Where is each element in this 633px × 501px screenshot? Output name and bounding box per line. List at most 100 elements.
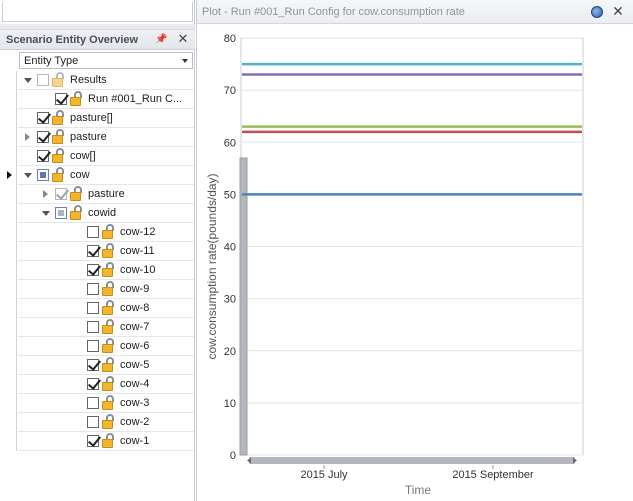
row-selector[interactable] [0, 375, 17, 394]
tree-row[interactable]: cowid [0, 204, 194, 223]
lock-icon [100, 243, 116, 259]
overview-title: Scenario Entity Overview [6, 34, 139, 46]
lock-icon [100, 414, 116, 430]
row-selector[interactable] [0, 166, 17, 185]
row-checkbox[interactable] [37, 112, 49, 124]
tree-row[interactable]: cow-5 [0, 356, 194, 375]
tree-row[interactable]: cow-7 [0, 318, 194, 337]
x-axis-label: Time [405, 483, 432, 497]
entity-type-label: Entity Type [24, 55, 79, 67]
row-selector[interactable] [0, 109, 17, 128]
tree-row[interactable]: cow-9 [0, 280, 194, 299]
current-row-indicator-icon [7, 171, 12, 179]
row-checkbox[interactable] [87, 226, 99, 238]
tree-row-label: cow-3 [120, 397, 150, 409]
row-selector[interactable] [0, 90, 17, 109]
lock-icon [100, 319, 116, 335]
tree-row[interactable]: cow-11 [0, 242, 194, 261]
row-checkbox[interactable] [87, 378, 99, 390]
lock-icon [50, 110, 66, 126]
expand-arrow-icon[interactable] [41, 190, 50, 199]
tree-row-label: pasture [88, 188, 125, 200]
row-selector[interactable] [0, 223, 17, 242]
lock-icon [50, 148, 66, 164]
lock-icon [100, 262, 116, 278]
row-selector[interactable] [0, 318, 17, 337]
row-selector[interactable] [0, 147, 17, 166]
row-checkbox[interactable] [55, 93, 67, 105]
tree-row-label: pasture[] [70, 112, 113, 124]
row-checkbox[interactable] [37, 169, 49, 181]
tree-row[interactable]: cow[] [0, 147, 194, 166]
lock-icon [100, 300, 116, 316]
collapse-arrow-icon[interactable] [23, 76, 32, 85]
row-selector[interactable] [0, 261, 17, 280]
row-selector[interactable] [0, 185, 17, 204]
collapse-arrow-icon[interactable] [23, 171, 32, 180]
row-checkbox[interactable] [87, 302, 99, 314]
tree-row-label: cow-12 [120, 226, 156, 238]
globe-icon[interactable] [591, 6, 603, 18]
close-pane-icon[interactable]: ✕ [176, 32, 190, 46]
row-checkbox[interactable] [37, 74, 49, 86]
row-checkbox[interactable] [87, 435, 99, 447]
y-tick-label: 40 [224, 242, 236, 254]
tree-row[interactable]: cow-4 [0, 375, 194, 394]
tree-row[interactable]: cow-10 [0, 261, 194, 280]
tree-row[interactable]: cow-3 [0, 394, 194, 413]
pin-icon[interactable]: 📌 [155, 33, 167, 47]
tree-row[interactable]: cow [0, 166, 194, 185]
lock-icon [100, 433, 116, 449]
row-selector[interactable] [0, 242, 17, 261]
row-checkbox[interactable] [87, 321, 99, 333]
tree-row[interactable]: pasture [0, 185, 194, 204]
row-checkbox[interactable] [87, 264, 99, 276]
lock-icon [100, 395, 116, 411]
close-plot-icon[interactable]: ✕ [611, 3, 625, 20]
row-checkbox[interactable] [87, 416, 99, 428]
collapse-arrow-icon[interactable] [41, 209, 50, 218]
row-selector[interactable] [0, 299, 17, 318]
tree-row[interactable]: cow-2 [0, 413, 194, 432]
row-checkbox[interactable] [55, 188, 67, 200]
tree-row-label: Results [70, 74, 107, 86]
tree-row[interactable]: cow-1 [0, 432, 194, 451]
row-checkbox[interactable] [87, 245, 99, 257]
row-checkbox[interactable] [87, 359, 99, 371]
row-selector[interactable] [0, 280, 17, 299]
entity-type-column-header[interactable]: Entity Type [19, 52, 193, 69]
row-selector[interactable] [0, 204, 17, 223]
tree-row-label: cow-9 [120, 283, 150, 295]
row-checkbox[interactable] [37, 150, 49, 162]
tree-row-label: cowid [88, 207, 117, 219]
row-selector[interactable] [0, 413, 17, 432]
row-selector[interactable] [0, 71, 17, 90]
tree-row[interactable]: cow-6 [0, 337, 194, 356]
tree-row[interactable]: cow-12 [0, 223, 194, 242]
tree-row[interactable]: pasture[] [0, 109, 194, 128]
row-checkbox[interactable] [87, 397, 99, 409]
top-panel-area [2, 2, 193, 22]
tree-row[interactable]: cow-8 [0, 299, 194, 318]
row-selector[interactable] [0, 128, 17, 147]
y-scrollbar-thumb [240, 158, 247, 455]
row-checkbox[interactable] [55, 207, 67, 219]
y-tick-label: 0 [230, 450, 236, 462]
row-checkbox[interactable] [37, 131, 49, 143]
tree-row-label: cow-6 [120, 340, 150, 352]
row-selector[interactable] [0, 356, 17, 375]
row-checkbox[interactable] [87, 340, 99, 352]
tree-row[interactable]: Run #001_Run C... [0, 90, 194, 109]
lock-icon [100, 281, 116, 297]
lock-icon [50, 129, 66, 145]
row-checkbox[interactable] [87, 283, 99, 295]
tree-row[interactable]: pasture [0, 128, 194, 147]
x-scrollbar-thumb [249, 457, 575, 464]
row-selector[interactable] [0, 394, 17, 413]
row-selector[interactable] [0, 337, 17, 356]
chevron-down-icon[interactable] [182, 59, 188, 63]
tree-row[interactable]: Results [0, 71, 194, 90]
row-selector[interactable] [0, 432, 17, 451]
expand-arrow-icon[interactable] [23, 133, 32, 142]
tree-row-label: cow[] [70, 150, 96, 162]
